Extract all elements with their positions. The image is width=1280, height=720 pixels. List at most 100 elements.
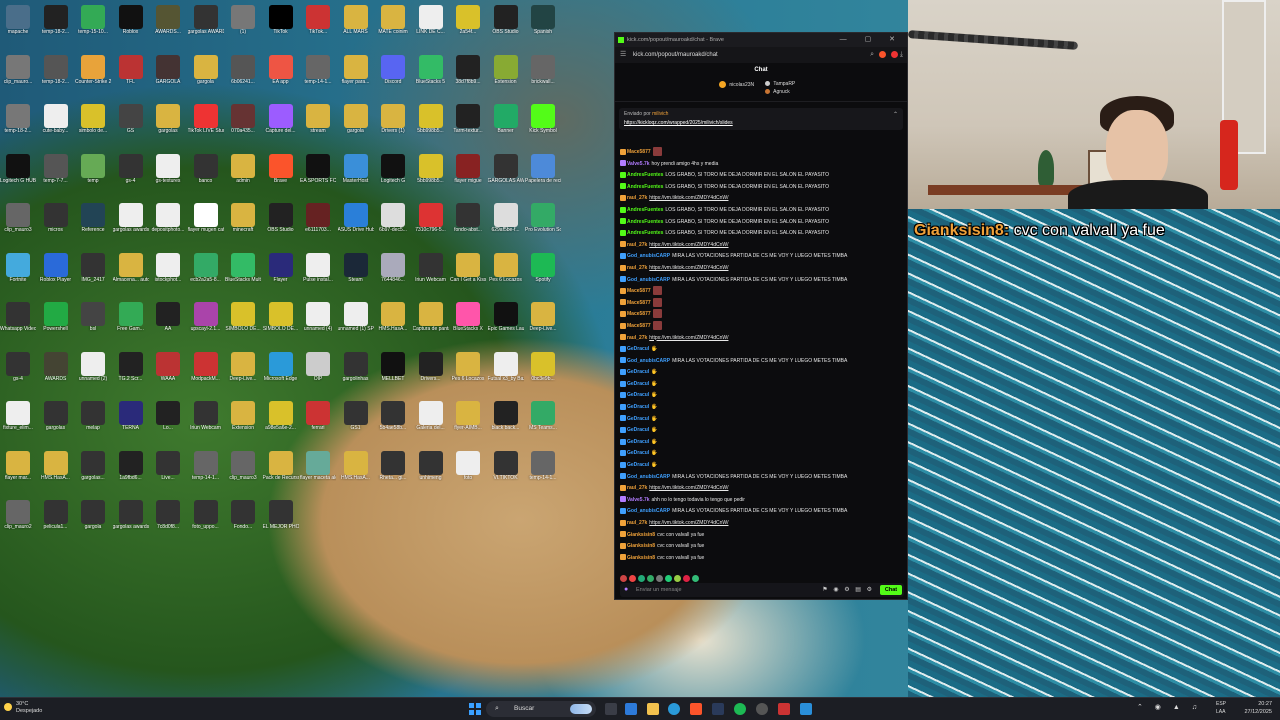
desktop-icon[interactable]: temp (75, 153, 111, 202)
chat-username[interactable]: raul_27k (627, 242, 647, 248)
desktop-icon[interactable]: TikTok LIVE Studio (188, 104, 224, 152)
desktop-icon[interactable]: VI.TIKTOK (488, 450, 524, 499)
desktop-icon[interactable]: Spotify (525, 252, 561, 301)
taskbar-search[interactable]: ⌕ Buscar (486, 701, 596, 717)
emoji-icon[interactable]: ● (624, 583, 628, 597)
chat-username[interactable]: raul_27k (627, 520, 647, 526)
desktop-icon[interactable]: gargolas awards (113, 500, 149, 548)
pinned-message[interactable]: Enviado por milivich https://kickloqz.co… (619, 108, 903, 130)
desktop-icon[interactable]: gargolinhas (338, 351, 374, 400)
chat-username[interactable]: GeDracul (627, 381, 649, 387)
desktop-icon[interactable]: Deep-Live... (525, 302, 561, 350)
app-icon[interactable] (778, 703, 790, 715)
desktop-icon[interactable]: Papelera de reciclaje (525, 153, 561, 202)
desktop-icon[interactable]: banco (188, 153, 224, 202)
emote-icon[interactable] (620, 575, 627, 582)
chat-username[interactable]: God_anubisCARP (627, 253, 670, 259)
chat-username[interactable]: AndresFuentes (627, 184, 663, 190)
spotify-icon[interactable] (734, 703, 746, 715)
desktop-icon[interactable]: Pulse instal... (300, 252, 336, 301)
desktop-icon[interactable]: flayer mugen caffera (188, 203, 224, 251)
desktop-icon[interactable]: Spanish (525, 5, 561, 53)
desktop-icon[interactable]: clip_mauro3 (0, 203, 36, 251)
desktop-icon[interactable]: WAAA (150, 351, 186, 400)
chat-link[interactable]: https://vm.tiktok.com/ZMDY4dCnW/ (649, 335, 728, 341)
desktop-icon[interactable]: 6b06241... (225, 54, 261, 103)
chat-link[interactable]: https://vm.tiktok.com/ZMDY4dCnW/ (649, 195, 728, 201)
desktop-icon[interactable]: gargolas... (75, 450, 111, 499)
chat-username[interactable]: GeDracul (627, 346, 649, 352)
desktop-icon[interactable]: Fortnite (0, 252, 36, 301)
desktop-icon[interactable]: OBS Studio (488, 5, 524, 53)
desktop-icon[interactable]: temp-14-1... (188, 450, 224, 499)
desktop-icon[interactable]: brickwall... (525, 54, 561, 103)
desktop-icon[interactable]: GS1 (338, 401, 374, 449)
desktop-icon[interactable]: foto_uppo... (188, 500, 224, 548)
desktop-icon[interactable]: Can I Get a Kiss Mauroo (450, 252, 486, 301)
chat-username[interactable]: Valve5.7k (627, 497, 650, 503)
desktop-icon[interactable]: Captura de pantalla ... (413, 302, 449, 350)
chat-username[interactable]: raul_27k (627, 195, 647, 201)
desktop-icon[interactable]: MATE coinim (375, 5, 411, 53)
emote-icon[interactable] (656, 575, 663, 582)
chat-username[interactable]: raul_27k (627, 485, 647, 491)
desktop-icon[interactable]: 7310c796-5... (413, 203, 449, 251)
chat-username[interactable]: Mace5877 (627, 300, 651, 306)
chat-username[interactable]: GeDracul (627, 427, 649, 433)
desktop-icon[interactable]: Almacena... automatic... (113, 252, 149, 301)
brave-icon[interactable] (690, 703, 702, 715)
url-text[interactable]: kick.com/popout/mauroakd/chat (633, 52, 718, 58)
desktop-icon[interactable]: Futsal x3_by Bazinga Fro... (488, 351, 524, 400)
desktop-icon[interactable]: OIP (300, 351, 336, 400)
desktop-icon[interactable]: gs-4 (0, 351, 36, 400)
desktop-icon[interactable]: 7c8d0f8... (150, 500, 186, 548)
desktop-icon[interactable]: 38d7f8b9... (450, 54, 486, 103)
desktop-icon[interactable]: unnamed (1) SPOOL... (338, 302, 374, 350)
desktop-icon[interactable]: unnamed (4) (300, 302, 336, 350)
brave-shields-icon[interactable] (878, 50, 886, 58)
desktop-icon[interactable]: Whatsapp Video 2025 (0, 302, 36, 350)
desktop-icon[interactable]: 5b4ae58b... (375, 401, 411, 449)
emote-icon[interactable] (674, 575, 681, 582)
desktop-icon[interactable]: black back... (488, 401, 524, 449)
clock[interactable]: 20:27 27/12/2025 (1244, 700, 1272, 716)
desktop-icon[interactable]: pelicula1... (38, 500, 74, 548)
desktop-icon[interactable]: SIMBOLO DE... (263, 302, 299, 350)
chat-username[interactable]: GeDracul (627, 439, 649, 445)
extension-icon[interactable] (890, 50, 898, 58)
desktop-icon[interactable]: TFL (113, 54, 149, 103)
desktop-icon[interactable]: minecraft (225, 203, 261, 251)
chat-link[interactable]: https://vm.tiktok.com/ZMDY4dCnW/ (649, 242, 728, 248)
desktop-icon[interactable]: simbolo de... (75, 104, 111, 152)
desktop-icon[interactable]: Pes 6 Locazos (488, 252, 524, 301)
emote-icon[interactable] (647, 575, 654, 582)
desktop-icon[interactable]: BlueStacks Multi-Insta... (225, 252, 261, 301)
chat-username[interactable]: Gianksisin8 (627, 555, 655, 561)
windows-start-icon[interactable] (469, 703, 481, 715)
desktop-icon[interactable]: Drivers... (413, 351, 449, 400)
desktop-icon[interactable]: gargola (188, 54, 224, 103)
desktop-icon[interactable]: Extension (488, 54, 524, 103)
desktop-icon[interactable]: bsl (75, 302, 111, 350)
chat-username[interactable]: God_anubisCARP (627, 277, 670, 283)
task-view-icon[interactable] (605, 703, 617, 715)
chat-username[interactable]: AndresFuentes (627, 172, 663, 178)
emote-icon[interactable] (665, 575, 672, 582)
desktop-icon[interactable]: GS (113, 104, 149, 152)
desktop-icon[interactable]: Logitech G HUB (0, 153, 36, 202)
chat-username[interactable]: GeDracul (627, 369, 649, 375)
desktop-icon[interactable]: clip_mauro... (0, 54, 36, 103)
chat-username[interactable]: Gianksisin8 (627, 532, 655, 538)
desktop-icon[interactable]: TERNA (113, 401, 149, 449)
desktop-icon[interactable]: ModpackM... (188, 351, 224, 400)
desktop-icon[interactable]: Powershell (38, 302, 74, 350)
desktop-icon[interactable]: LINK DE C... (413, 5, 449, 53)
steam-icon[interactable] (712, 703, 724, 715)
desktop-icon[interactable]: EA app (263, 54, 299, 103)
desktop-icon[interactable]: 0bc3e9b... (525, 351, 561, 400)
desktop-icon[interactable]: BlueStacks X (450, 302, 486, 350)
chat-username[interactable]: Mace5877 (627, 288, 651, 294)
desktop-icon[interactable]: 6b97-dec5... (375, 203, 411, 251)
system-tray-icons[interactable]: ⌃ ◉ ▲ ♫ (1137, 703, 1202, 711)
chat-username[interactable]: God_anubisCARP (627, 358, 670, 364)
